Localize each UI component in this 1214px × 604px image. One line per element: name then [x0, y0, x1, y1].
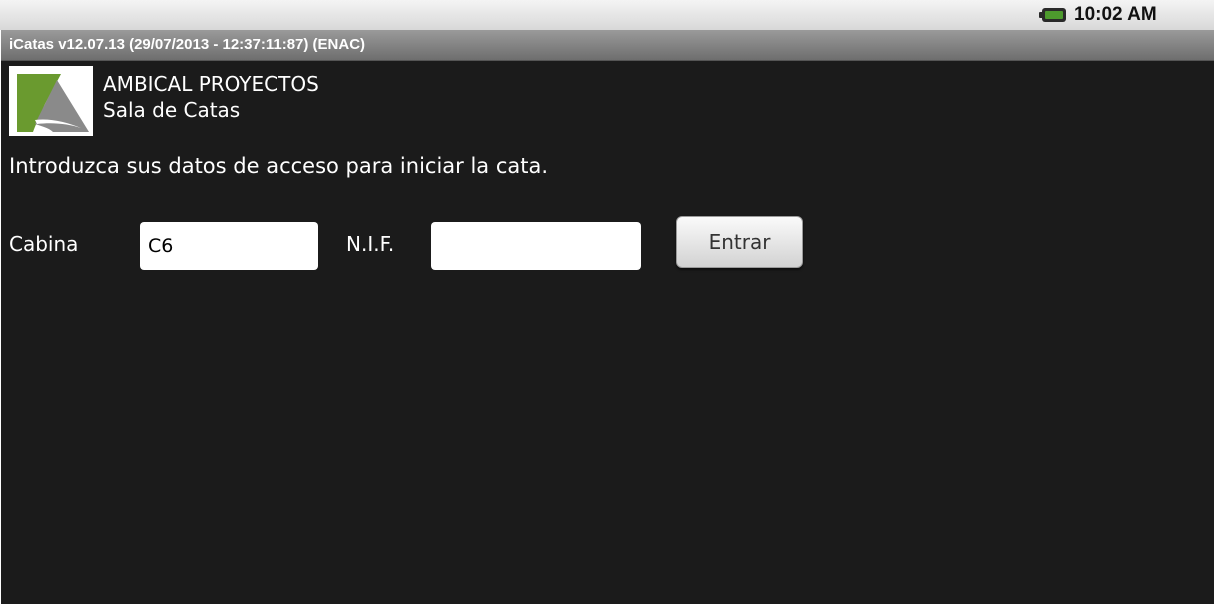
app-window: iCatas v12.07.13 (29/07/2013 - 12:37:11:… [1, 30, 1214, 604]
ambical-logo-icon [9, 66, 93, 136]
company-name: AMBICAL PROYECTOS [103, 72, 319, 96]
cabina-input[interactable] [140, 222, 318, 270]
title-bar: iCatas v12.07.13 (29/07/2013 - 12:37:11:… [1, 30, 1214, 61]
nif-label: N.I.F. [346, 232, 395, 256]
company-block: AMBICAL PROYECTOS Sala de Catas [103, 71, 319, 123]
cabina-label: Cabina [9, 232, 79, 256]
window-title: iCatas v12.07.13 (29/07/2013 - 12:37:11:… [9, 36, 366, 53]
battery-level [1045, 11, 1063, 19]
status-bar: 10:02 AM [0, 0, 1214, 30]
device-screen: 10:02 AM iCatas v12.07.13 (29/07/2013 - … [0, 0, 1214, 604]
ambical-logo [9, 66, 93, 136]
instructions-text: Introduzca sus datos de acceso para inic… [9, 154, 549, 178]
entrar-button[interactable]: Entrar [676, 216, 803, 268]
status-time: 10:02 AM [1074, 4, 1157, 25]
battery-charging-icon [1039, 8, 1066, 22]
company-subtitle: Sala de Catas [103, 98, 241, 122]
nif-input[interactable] [431, 222, 641, 270]
